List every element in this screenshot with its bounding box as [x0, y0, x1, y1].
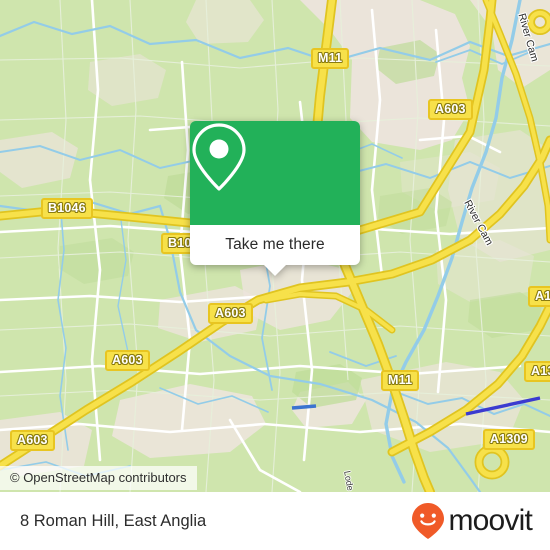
road-shield-m11-north: M11 [311, 48, 350, 69]
road-shield-a1309-south: A1309 [483, 429, 535, 450]
map-pin-icon [192, 123, 246, 191]
road-shield-a603-southwest: A603 [10, 430, 55, 451]
road-shield-b1046-west: B1046 [41, 198, 93, 219]
moovit-brand[interactable]: moovit [411, 502, 533, 540]
popup-pointer-tail [264, 265, 286, 276]
road-shield-a1-east: A1 [528, 286, 550, 307]
road-shield-a130-southeast: A130 [524, 361, 550, 382]
popup-action-footer[interactable]: Take me there [190, 225, 360, 276]
destination-popup-card[interactable]: Take me there [190, 121, 360, 276]
map-canvas[interactable]: M11A603B1046B1046A1A603A603M11A130A603A1… [0, 0, 550, 492]
osm-attribution[interactable]: © OpenStreetMap contributors [0, 466, 197, 490]
bottom-info-bar: 8 Roman Hill, East Anglia moovit [0, 492, 550, 550]
take-me-there-label: Take me there [225, 236, 325, 253]
road-shield-a603-center: A603 [208, 303, 253, 324]
road-shield-m11-south: M11 [381, 370, 420, 391]
road-shield-a603-northeast: A603 [428, 99, 473, 120]
moovit-wordmark: moovit [448, 504, 532, 537]
moovit-map-screenshot: M11A603B1046B1046A1A603A603M11A130A603A1… [0, 0, 550, 550]
road-shield-a603-midwest: A603 [105, 350, 150, 371]
popup-marker-area [190, 121, 360, 225]
moovit-smiley-pin-icon [412, 503, 445, 539]
address-label: 8 Roman Hill, East Anglia [20, 511, 207, 530]
